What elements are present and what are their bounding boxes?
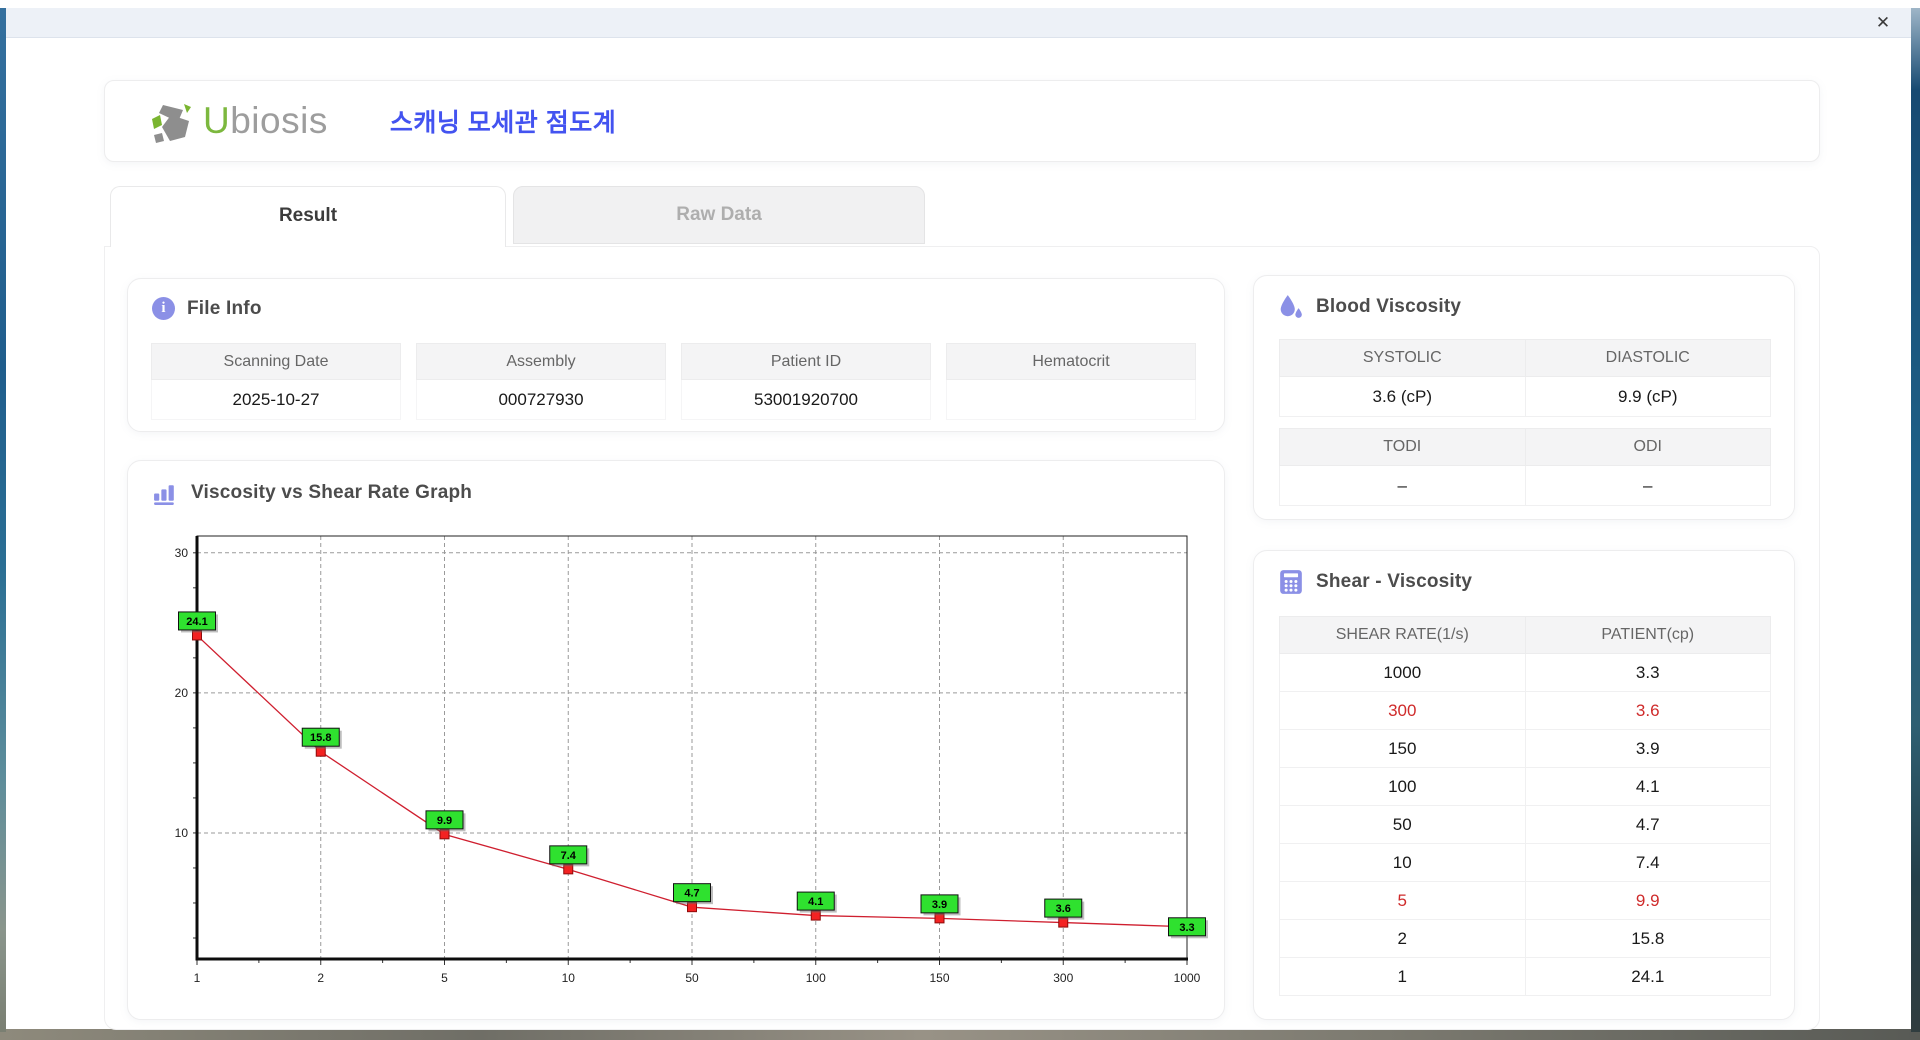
bar-chart-icon xyxy=(154,485,174,505)
systolic-value: 3.6 (cP) xyxy=(1279,376,1526,417)
svg-text:1000: 1000 xyxy=(1174,971,1201,985)
svg-text:9.9: 9.9 xyxy=(437,815,452,827)
odi-value: – xyxy=(1524,465,1771,506)
tab-raw-data[interactable]: Raw Data xyxy=(513,186,925,244)
viscosity-chart: 1 2 5 10 50 100 150 300 1000 10 20 30 24.1 15.8 9.9 7.4… xyxy=(175,535,1208,985)
systolic-header: SYSTOLIC xyxy=(1279,339,1526,377)
table-row: 300 3.6 xyxy=(1279,691,1771,730)
svg-text:100: 100 xyxy=(806,971,826,985)
info-icon: i xyxy=(152,297,175,320)
close-icon[interactable]: ✕ xyxy=(1871,11,1895,35)
svg-text:10: 10 xyxy=(562,971,576,985)
svg-text:150: 150 xyxy=(929,971,949,985)
table-row: 2 15.8 xyxy=(1279,919,1771,958)
field-label: Scanning Date xyxy=(151,343,401,380)
svg-text:1: 1 xyxy=(194,971,201,985)
shear-viscosity-table: SHEAR RATE(1/s) PATIENT(cp) 1000 3.3 300 3… xyxy=(1279,616,1771,996)
viscosity-graph-card: Viscosity vs Shear Rate Graph 1 2 5 10 50 100… xyxy=(127,460,1225,1020)
table-row: 1 24.1 xyxy=(1279,957,1771,996)
systolic-diastolic-table: SYSTOLIC DIASTOLIC 3.6 (cP) 9.9 (cP) xyxy=(1279,339,1771,417)
svg-text:3.6: 3.6 xyxy=(1056,903,1071,915)
todi-header: TODI xyxy=(1279,428,1526,466)
table-row: 150 3.9 xyxy=(1279,729,1771,768)
field-patient-id: Patient ID 53001920700 xyxy=(681,343,931,420)
svg-text:5: 5 xyxy=(441,971,448,985)
field-assembly: Assembly 000727930 xyxy=(416,343,666,420)
shear-viscosity-title: Shear - Viscosity xyxy=(1316,571,1473,592)
logo-text: Ubiosis xyxy=(203,100,328,142)
todi-odi-table: TODI ODI – – xyxy=(1279,428,1771,506)
window-titlebar: ✕ xyxy=(6,8,1911,38)
table-row: 100 4.1 xyxy=(1279,767,1771,806)
svg-text:15.8: 15.8 xyxy=(310,732,331,744)
desktop-edge-left xyxy=(0,8,6,1032)
field-value: 53001920700 xyxy=(681,380,931,420)
table-row: 10 7.4 xyxy=(1279,843,1771,882)
patient-column-header: PATIENT(cp) xyxy=(1524,616,1771,654)
logo-letter-u: U xyxy=(203,100,231,141)
table-row: 1000 3.3 xyxy=(1279,653,1771,692)
svg-text:4.7: 4.7 xyxy=(684,888,699,900)
field-hematocrit: Hematocrit xyxy=(946,343,1196,420)
blood-viscosity-title: Blood Viscosity xyxy=(1316,296,1462,317)
tab-result[interactable]: Result xyxy=(110,186,506,247)
shear-viscosity-card: Shear - Viscosity SHEAR RATE(1/s) PATIEN… xyxy=(1253,550,1795,1020)
field-label: Hematocrit xyxy=(946,343,1196,380)
svg-text:10: 10 xyxy=(175,826,189,840)
table-row: 5 9.9 xyxy=(1279,881,1771,920)
field-label: Assembly xyxy=(416,343,666,380)
svg-text:7.4: 7.4 xyxy=(561,850,577,862)
todi-value: – xyxy=(1279,465,1526,506)
desktop-edge-right xyxy=(1911,8,1920,1032)
file-info-card: i File Info Scanning Date 2025-10-27 Ass… xyxy=(127,278,1225,432)
table-row: 50 4.7 xyxy=(1279,805,1771,844)
svg-text:50: 50 xyxy=(685,971,699,985)
droplet-icon xyxy=(1280,295,1302,318)
app-title: 스캐닝 모세관 점도계 xyxy=(389,109,617,137)
svg-text:24.1: 24.1 xyxy=(186,616,207,628)
field-value: 2025-10-27 xyxy=(151,380,401,420)
blood-viscosity-card: Blood Viscosity SYSTOLIC DIASTOLIC 3.6 (… xyxy=(1253,275,1795,520)
logo-letters-biosis: biosis xyxy=(230,100,328,141)
svg-text:3.3: 3.3 xyxy=(1179,922,1194,934)
leaf-logo-icon xyxy=(152,104,191,143)
desktop-edge-bottom xyxy=(0,1029,1920,1040)
svg-text:30: 30 xyxy=(175,546,189,560)
diastolic-value: 9.9 (cP) xyxy=(1524,376,1771,417)
graph-title: Viscosity vs Shear Rate Graph xyxy=(191,481,473,503)
svg-text:20: 20 xyxy=(175,686,189,700)
svg-text:3.9: 3.9 xyxy=(932,899,947,911)
odi-header: ODI xyxy=(1524,428,1771,466)
diastolic-header: DIASTOLIC xyxy=(1524,339,1771,377)
svg-text:4.1: 4.1 xyxy=(808,896,823,908)
field-value: 000727930 xyxy=(416,380,666,420)
svg-text:2: 2 xyxy=(317,971,324,985)
field-scanning-date: Scanning Date 2025-10-27 xyxy=(151,343,401,420)
svg-text:300: 300 xyxy=(1053,971,1073,985)
file-info-title: File Info xyxy=(187,297,262,319)
shear-rate-column-header: SHEAR RATE(1/s) xyxy=(1279,616,1526,654)
field-label: Patient ID xyxy=(681,343,931,380)
field-value xyxy=(946,380,1196,420)
ubiosis-logo: Ubiosis xyxy=(151,99,328,143)
calculator-icon xyxy=(1280,570,1302,594)
header-card: Ubiosis 스캐닝 모세관 점도계 xyxy=(104,80,1820,162)
